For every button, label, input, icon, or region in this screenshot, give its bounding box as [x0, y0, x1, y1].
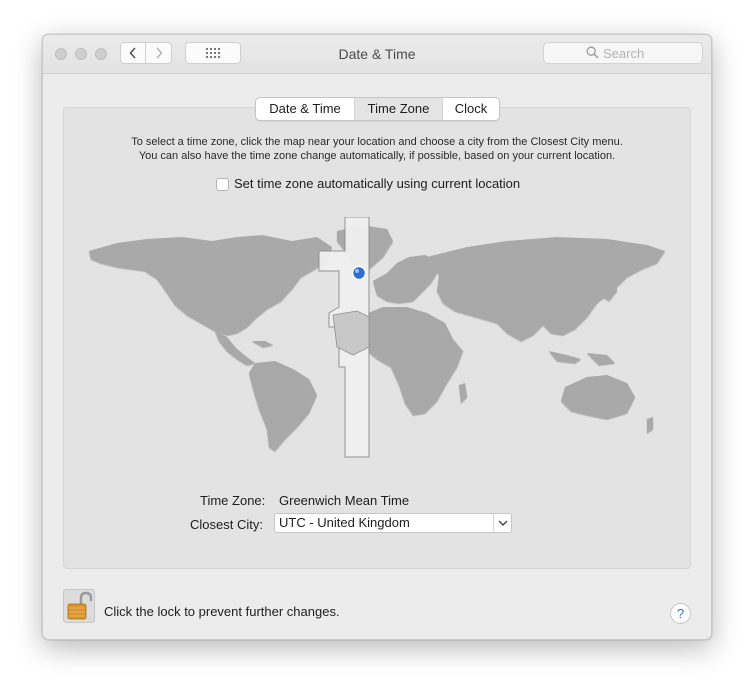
title-bar: Date & Time Search	[43, 35, 711, 74]
search-icon	[586, 46, 599, 59]
lock-message: Click the lock to prevent further change…	[104, 604, 340, 619]
closest-city-value: UTC - United Kingdom	[279, 515, 410, 530]
auto-timezone-checkbox[interactable]	[216, 178, 229, 191]
world-map[interactable]	[87, 217, 667, 462]
tab-bar: Date & Time Time Zone Clock	[255, 97, 500, 121]
search-placeholder: Search	[603, 46, 645, 61]
closest-city-select[interactable]: UTC - United Kingdom	[274, 513, 512, 533]
tab-date-time[interactable]: Date & Time	[256, 98, 355, 120]
preferences-window: Date & Time Search Date & Time Time Zone…	[42, 34, 712, 640]
instruction-text-2: You can also have the time zone change a…	[138, 150, 616, 162]
map-land	[89, 225, 665, 451]
time-zone-value: Greenwich Mean Time	[279, 493, 410, 508]
search-field[interactable]: Search	[543, 42, 703, 64]
chevron-down-icon[interactable]	[493, 514, 511, 532]
location-pin-icon	[351, 265, 367, 281]
tab-clock[interactable]: Clock	[443, 98, 499, 120]
auto-timezone-label[interactable]: Set time zone automatically using curren…	[234, 176, 520, 191]
help-button[interactable]: ?	[670, 603, 691, 624]
lock-icon[interactable]	[63, 589, 95, 623]
selected-timezone-band	[318, 217, 370, 458]
tab-time-zone[interactable]: Time Zone	[355, 98, 443, 120]
instruction-text-1: To select a time zone, click the map nea…	[131, 136, 623, 148]
time-zone-label: Time Zone:	[200, 493, 266, 508]
closest-city-label: Closest City:	[190, 517, 263, 532]
